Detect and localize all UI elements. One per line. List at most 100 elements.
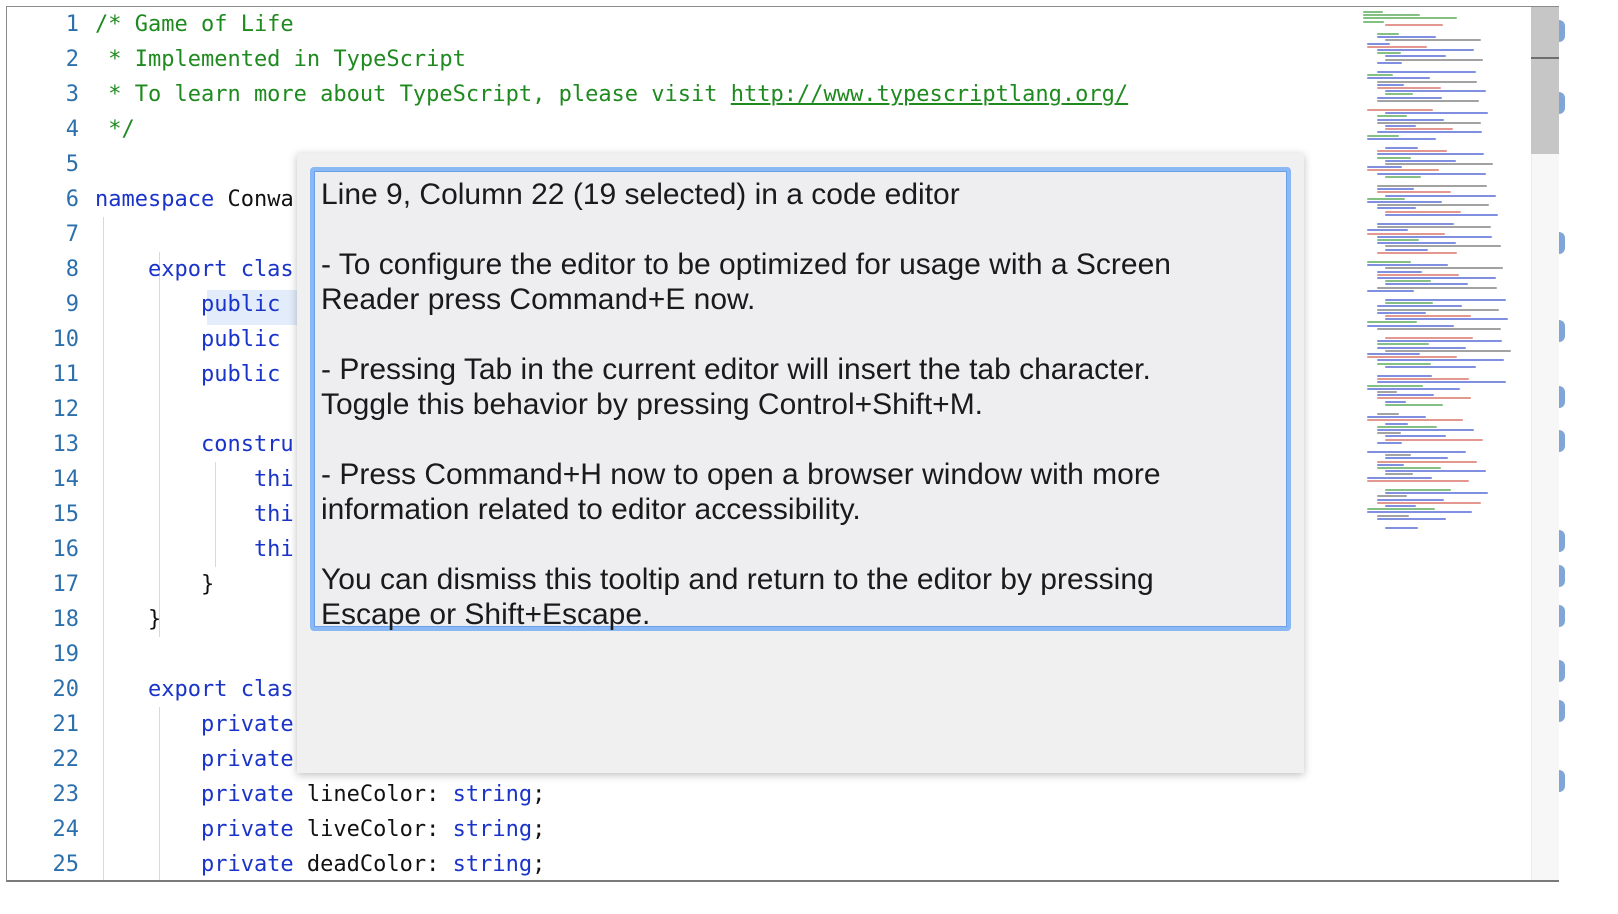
code-line[interactable]: private bbox=[95, 707, 294, 742]
line-number: 18 bbox=[52, 607, 80, 632]
line-number: 2 bbox=[65, 47, 79, 72]
minimap[interactable] bbox=[1355, 7, 1535, 529]
minimap-line bbox=[1377, 467, 1441, 469]
line-number-gutter: 1 2 3 4 5 6 7 8 9 10 11 12 13 14 15 16 17 18 19 20 21 22 23 24 2… bbox=[7, 7, 87, 880]
code-line[interactable]: } bbox=[95, 602, 161, 637]
minimap-line bbox=[1377, 501, 1481, 504]
edge-tab-marker bbox=[1559, 430, 1565, 452]
code-line[interactable]: constru bbox=[95, 427, 294, 462]
code-line[interactable]: private bbox=[95, 742, 294, 777]
minimap-line bbox=[1377, 375, 1432, 377]
code-line[interactable]: public bbox=[95, 357, 280, 392]
minimap-line bbox=[1385, 365, 1476, 368]
minimap-line bbox=[1377, 87, 1441, 89]
minimap-line bbox=[1367, 511, 1472, 514]
minimap-line bbox=[1367, 134, 1399, 137]
minimap-line bbox=[1377, 36, 1436, 39]
minimap-line bbox=[1385, 438, 1483, 441]
code-token: thi bbox=[95, 502, 294, 527]
accessibility-help-content[interactable]: Line 9, Column 22 (19 selected) in a cod… bbox=[310, 167, 1291, 631]
code-line[interactable]: private deadColor: string; bbox=[95, 847, 545, 880]
code-line[interactable]: export clas bbox=[95, 672, 294, 707]
line-number: 16 bbox=[52, 537, 80, 562]
line-number: 3 bbox=[65, 82, 79, 107]
minimap-line bbox=[1377, 460, 1477, 463]
minimap-line bbox=[1367, 42, 1390, 45]
code-token: /* Game of Life bbox=[95, 12, 294, 37]
code-token: private bbox=[95, 747, 294, 772]
code-line[interactable]: namespace Conwa bbox=[95, 182, 294, 217]
tooltip-text: - To configure the editor to be optimize… bbox=[321, 248, 1171, 281]
code-line[interactable]: private liveColor: string; bbox=[95, 812, 545, 847]
minimap-line bbox=[1385, 422, 1408, 425]
minimap-line bbox=[1377, 305, 1462, 308]
minimap-line bbox=[1385, 93, 1413, 96]
code-line[interactable]: * To learn more about TypeScript, please… bbox=[95, 77, 1128, 112]
code-token: thi bbox=[95, 467, 294, 492]
code-line[interactable]: export clas bbox=[95, 252, 294, 287]
minimap-line bbox=[1367, 353, 1420, 355]
minimap-line bbox=[1377, 391, 1397, 393]
minimap-line bbox=[1377, 153, 1484, 156]
minimap-line bbox=[1367, 261, 1411, 263]
scrollbar-thumb[interactable] bbox=[1531, 7, 1559, 154]
code-line[interactable]: /* Game of Life bbox=[95, 7, 294, 42]
minimap-line bbox=[1385, 473, 1413, 476]
minimap-line bbox=[1377, 517, 1446, 520]
edge-tab-marker bbox=[1559, 660, 1565, 682]
adjacent-window-edge bbox=[1559, 0, 1618, 914]
line-number: 22 bbox=[52, 747, 80, 772]
minimap-line bbox=[1367, 416, 1426, 419]
minimap-line bbox=[1385, 163, 1493, 165]
minimap-line bbox=[1385, 457, 1448, 460]
minimap-line bbox=[1377, 273, 1459, 276]
minimap-line bbox=[1377, 413, 1399, 415]
minimap-line bbox=[1377, 397, 1471, 400]
code-token: public bbox=[95, 327, 281, 352]
code-token: Conwa bbox=[214, 187, 294, 212]
minimap-line bbox=[1385, 159, 1456, 162]
minimap-line bbox=[1363, 20, 1384, 23]
minimap-line bbox=[1367, 201, 1442, 203]
tooltip-text: You can dismiss this tooltip and return … bbox=[321, 563, 1154, 596]
minimap-line bbox=[1367, 77, 1430, 80]
code-line[interactable]: thi bbox=[95, 497, 294, 532]
minimap-line bbox=[1385, 23, 1443, 26]
minimap-line bbox=[1377, 121, 1481, 124]
code-token: export clas bbox=[95, 257, 294, 282]
code-line[interactable]: * Implemented in TypeScript bbox=[95, 42, 466, 77]
code-line[interactable]: */ bbox=[95, 112, 135, 147]
edge-tab-marker bbox=[1559, 232, 1565, 254]
minimap-line bbox=[1385, 400, 1406, 403]
code-line[interactable]: thi bbox=[95, 462, 294, 497]
minimap-line bbox=[1385, 112, 1488, 115]
minimap-line bbox=[1377, 432, 1401, 435]
code-token: public bbox=[95, 362, 281, 387]
minimap-line bbox=[1377, 80, 1477, 83]
line-number: 20 bbox=[52, 677, 80, 702]
minimap-line bbox=[1377, 185, 1487, 187]
code-line[interactable]: } bbox=[95, 567, 214, 602]
line-number: 13 bbox=[52, 432, 80, 457]
code-token: string bbox=[452, 852, 533, 877]
minimap-line bbox=[1385, 337, 1473, 339]
minimap-line bbox=[1377, 172, 1486, 175]
edge-tab-marker bbox=[1559, 700, 1565, 722]
code-line[interactable]: public bbox=[95, 322, 280, 357]
minimap-line bbox=[1377, 463, 1404, 466]
code-line[interactable]: thi bbox=[95, 532, 294, 567]
minimap-line bbox=[1367, 232, 1445, 235]
code-line[interactable]: public bbox=[95, 287, 280, 322]
code-token: } bbox=[95, 607, 162, 632]
code-token: string bbox=[452, 817, 533, 842]
minimap-line bbox=[1377, 308, 1499, 311]
minimap-line bbox=[1367, 451, 1466, 453]
tooltip-text: Toggle this behavior by pressing Control… bbox=[321, 388, 984, 421]
line-number: 24 bbox=[52, 817, 80, 842]
minimap-line bbox=[1367, 387, 1460, 390]
code-token: liveColor: bbox=[293, 817, 453, 842]
line-number: 5 bbox=[65, 152, 79, 177]
minimap-line bbox=[1377, 131, 1482, 134]
minimap-line bbox=[1385, 213, 1498, 216]
code-line[interactable]: private lineColor: string; bbox=[95, 777, 545, 812]
